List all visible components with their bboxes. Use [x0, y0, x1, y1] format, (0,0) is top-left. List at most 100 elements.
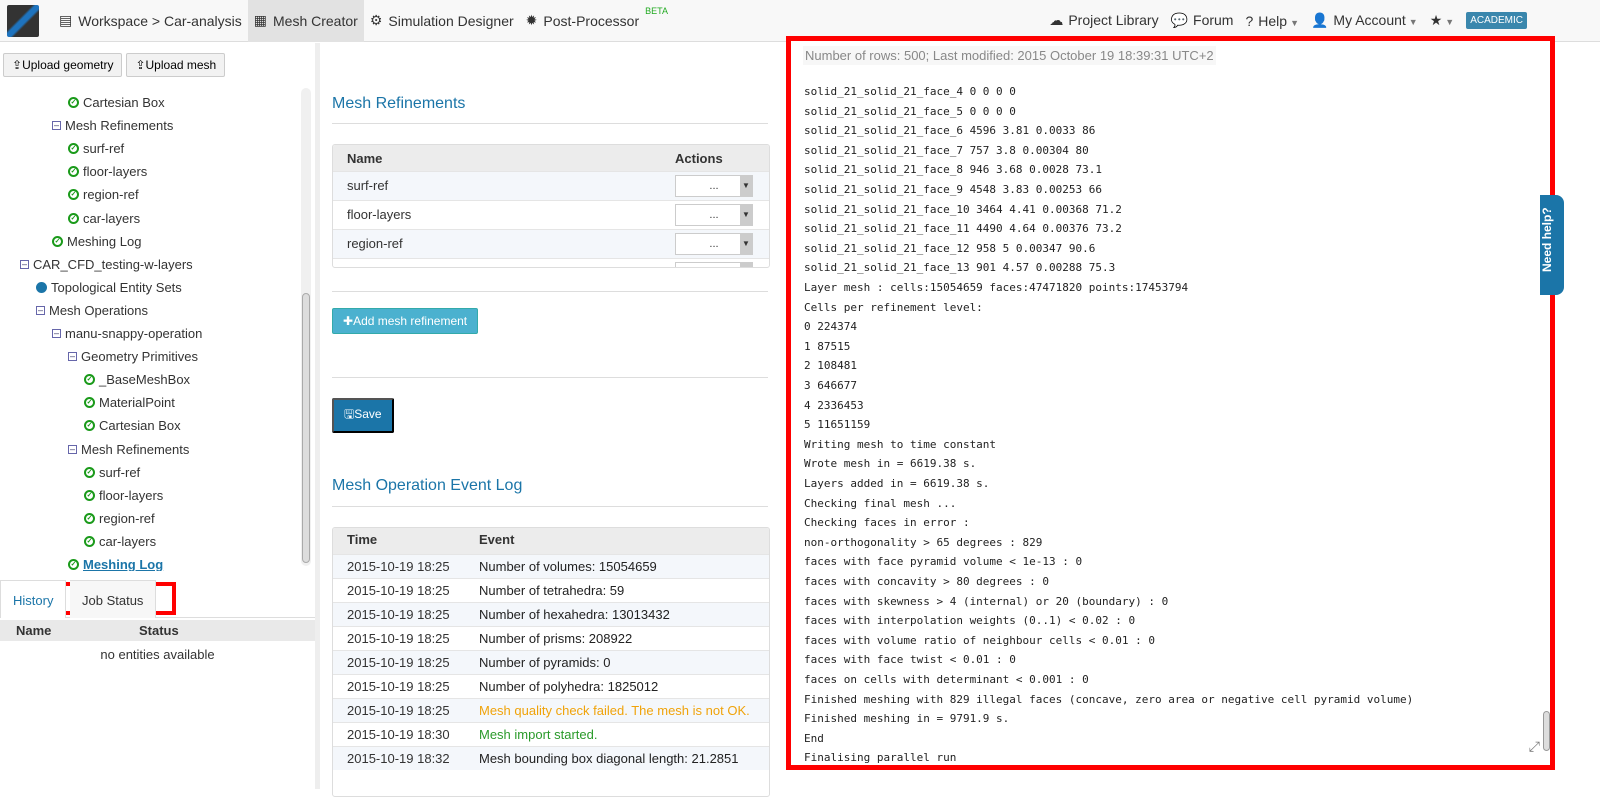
- table-row[interactable]: ... ▼: [333, 258, 769, 268]
- tree-node[interactable]: – Mesh Refinements: [68, 442, 189, 457]
- actions-value: ...: [709, 267, 718, 268]
- table-row: 2015-10-19 18:25 Mesh quality check faile…: [333, 698, 769, 722]
- tree-node[interactable]: ✓ region-ref: [84, 511, 155, 526]
- check-circle-icon: ✓: [68, 166, 79, 178]
- tree-node-label: Mesh Operations: [49, 302, 148, 318]
- event-text: Number of tetrahedra: 59: [479, 583, 625, 598]
- nav-post-processor[interactable]: ✹ Post-Processor BETA: [520, 0, 674, 42]
- collapse-icon[interactable]: –: [52, 121, 61, 131]
- tree-node[interactable]: ✓ floor-layers: [84, 488, 163, 503]
- tree-node[interactable]: – Mesh Refinements: [52, 118, 173, 133]
- actions-value: ...: [709, 180, 719, 192]
- log-line: faces with volume ratio of neighbour cel…: [804, 633, 1155, 647]
- tree-node[interactable]: ✓ floor-layers: [68, 164, 147, 179]
- actions-dropdown[interactable]: ... ▼: [675, 175, 753, 197]
- check-circle-icon: ✓: [84, 397, 95, 409]
- add-mesh-refinement-button[interactable]: ✚Add mesh refinement: [332, 308, 479, 334]
- event-text: Mesh import started.: [479, 727, 598, 742]
- collapse-icon[interactable]: –: [68, 352, 77, 362]
- plus-icon: ✚: [343, 314, 354, 328]
- nav-mesh-creator-label: Mesh Creator: [273, 12, 358, 29]
- nav-forum[interactable]: 💬 Forum: [1171, 12, 1234, 29]
- log-line: non-orthogonality > 65 degrees : 829: [804, 535, 1043, 549]
- log-line: solid_21_solid_21_face_4 0 0 0 0: [804, 85, 1016, 98]
- tree-node-label: car-layers: [99, 533, 157, 549]
- tree-node-label: _BaseMeshBox: [99, 372, 191, 388]
- nav-simulation-designer[interactable]: ⚙ Simulation Designer: [364, 0, 520, 42]
- event-time: 2015-10-19 18:30: [347, 727, 450, 742]
- log-line: faces with face pyramid volume < 1e-13 :…: [804, 555, 1083, 569]
- tree-node[interactable]: ✓ Cartesian Box: [68, 95, 165, 110]
- tree-node[interactable]: ✓ surf-ref: [84, 465, 140, 480]
- actions-dropdown[interactable]: ... ▼: [675, 262, 753, 268]
- table-row[interactable]: floor-layers... ▼: [333, 200, 769, 229]
- upload-mesh-button[interactable]: ⇪Upload mesh: [126, 53, 226, 77]
- col-name: Name: [16, 623, 52, 638]
- mesh-refinements-title: Mesh Refinements: [332, 95, 466, 112]
- table-row: 2015-10-19 18:25 Number of tetrahedra: 59: [333, 578, 769, 602]
- collapse-icon[interactable]: –: [52, 329, 61, 338]
- log-line: Layers added in = 6619.38 s.: [804, 477, 990, 490]
- tree-node[interactable]: ✓ region-ref: [68, 187, 139, 202]
- tree-node[interactable]: Topological Entity Sets: [36, 280, 182, 295]
- table-row[interactable]: surf-ref... ▼: [333, 171, 769, 200]
- left-panel: ⇪Upload geometry ⇪Upload mesh ✓ Cartesian…: [0, 43, 315, 789]
- tree-node-label: MaterialPoint: [99, 395, 175, 411]
- tree-node[interactable]: ✓ Meshing Log: [68, 557, 163, 571]
- tab-history[interactable]: History: [0, 580, 67, 618]
- table-row: 2015-10-19 18:25 Number of polyhedra: 182…: [333, 674, 769, 698]
- tree-node-label: CAR_CFD_testing-w-layers: [33, 256, 193, 272]
- tree-node[interactable]: ✓ Meshing Log: [52, 234, 141, 249]
- nav-workspace[interactable]: ▤ Workspace > Car-analysis: [53, 0, 248, 42]
- tree-node[interactable]: – manu-snappy-operation: [52, 326, 202, 341]
- log-line: solid_21_solid_21_face_6 4596 3.81 0.003…: [804, 124, 1096, 138]
- nav-mesh-creator[interactable]: ▦ Mesh Creator: [247, 0, 364, 42]
- log-line: 3 646677: [804, 379, 857, 392]
- tree-node[interactable]: – Mesh Operations: [36, 303, 148, 318]
- tree-node-label: Mesh Refinements: [81, 441, 190, 457]
- help-label: Help: [1258, 12, 1288, 29]
- upload-geometry-label: Upload geometry: [22, 58, 114, 72]
- log-line: faces with interpolation weights (0..1) …: [804, 614, 1136, 628]
- nav-my-account[interactable]: 👤 My Account ▼: [1311, 12, 1418, 29]
- actions-dropdown[interactable]: ... ▼: [675, 233, 753, 255]
- tree-scrollbar-thumb[interactable]: [302, 293, 310, 563]
- nav-project-library[interactable]: ☁ Project Library: [1049, 12, 1158, 29]
- log-scrollbar[interactable]: [1543, 711, 1550, 751]
- log-line: faces with concavity > 80 degrees : 0: [804, 575, 1050, 588]
- log-line: solid_21_solid_21_face_13 901 4.57 0.002…: [804, 261, 1116, 275]
- tree-node-label: Geometry Primitives: [81, 349, 199, 365]
- tree-node[interactable]: – CAR_CFD_testing-w-layers: [20, 257, 193, 272]
- collapse-icon[interactable]: –: [68, 444, 77, 454]
- tree-node[interactable]: ✓ MaterialPoint: [84, 395, 175, 410]
- caret-down-icon: ▼: [740, 263, 752, 267]
- log-line: solid_21_solid_21_face_9 4548 3.83 0.002…: [804, 183, 1103, 196]
- nav-help[interactable]: ? Help ▼: [1245, 13, 1299, 29]
- tree-node[interactable]: ✓ _BaseMeshBox: [84, 372, 190, 387]
- log-line: Finished meshing in = 9791.9 s.: [804, 712, 1010, 726]
- table-row[interactable]: region-ref... ▼: [333, 229, 769, 258]
- upload-geometry-button[interactable]: ⇪Upload geometry: [3, 53, 123, 77]
- tree-node[interactable]: ✓ surf-ref: [68, 141, 124, 156]
- app-logo[interactable]: [7, 4, 39, 37]
- tree-node[interactable]: – Geometry Primitives: [68, 349, 198, 364]
- save-button[interactable]: 🖫Save: [332, 398, 394, 433]
- collapse-icon[interactable]: –: [36, 305, 45, 315]
- tree-node-label: Mesh Refinements: [65, 118, 174, 134]
- tree-node[interactable]: ✓ Cartesian Box: [84, 418, 181, 433]
- cloud-download-icon: ☁: [1049, 12, 1064, 28]
- tree-node-label: region-ref: [83, 187, 139, 203]
- nav-favorites[interactable]: ★ ▼: [1430, 12, 1454, 29]
- need-help-tab[interactable]: Need help?: [1540, 195, 1564, 295]
- log-line: 2 108481: [804, 359, 857, 373]
- tree-scrollbar[interactable]: [301, 88, 311, 566]
- tree-node[interactable]: ✓ car-layers: [68, 211, 140, 226]
- expand-icon[interactable]: ⤢: [1529, 738, 1540, 755]
- tree-node-label: Meshing Log: [83, 557, 164, 571]
- actions-dropdown[interactable]: ... ▼: [675, 204, 753, 226]
- actions-value: ...: [709, 238, 719, 250]
- tab-job-status[interactable]: Job Status: [70, 580, 157, 618]
- collapse-icon[interactable]: –: [20, 259, 29, 269]
- tree-node[interactable]: ✓ car-layers: [84, 534, 156, 549]
- caret-down-icon: ▼: [740, 205, 752, 225]
